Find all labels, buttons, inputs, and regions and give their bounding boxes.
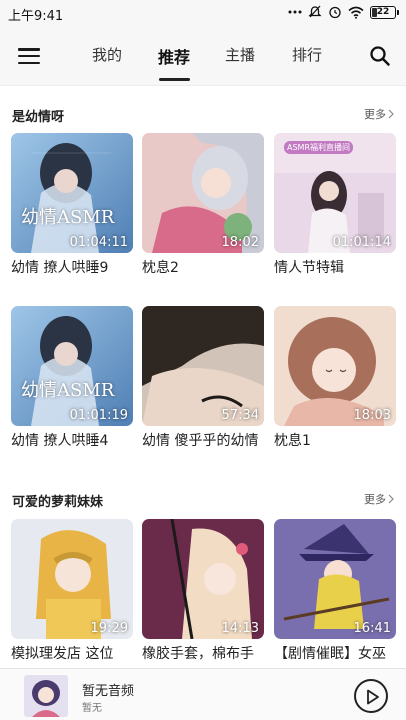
album-cover: 18:03 [274, 306, 396, 426]
album-card[interactable]: 16:41 【剧情催眠】女巫 [274, 519, 396, 664]
player-cover [24, 675, 68, 717]
more-dots-icon [288, 9, 302, 15]
section-title: 可爱的萝莉妹妹 [12, 495, 104, 510]
cover-text: 幼情ASMR [21, 207, 115, 228]
album-cover: ASMR福利直播间 01:01:14 [274, 133, 396, 253]
status-icons: 22 [288, 5, 399, 19]
duration-label: 01:01:19 [69, 408, 128, 423]
top-nav: 我的 推荐 主播 排行 [0, 30, 406, 86]
album-title: 【剧情催眠】女巫 [274, 646, 386, 662]
album-card[interactable]: 18:03 枕息1 [274, 306, 396, 451]
silent-mode-icon [308, 5, 322, 19]
alarm-icon [328, 5, 342, 19]
mini-player[interactable]: 暂无音频 暂无 [0, 668, 406, 720]
album-card[interactable]: 18:02 枕息2 [142, 133, 264, 278]
duration-label: 01:01:14 [332, 235, 391, 250]
more-link[interactable]: 更多 [364, 106, 394, 122]
chevron-right-icon [388, 494, 394, 504]
status-time: 上午9:41 [8, 9, 64, 24]
duration-label: 18:02 [221, 235, 259, 250]
chevron-right-icon [388, 109, 394, 119]
duration-label: 57:34 [221, 408, 259, 423]
tab-recommend[interactable]: 推荐 [158, 44, 190, 68]
album-title: 幼情 傻乎乎的幼情 [142, 433, 259, 449]
more-link[interactable]: 更多 [364, 491, 394, 507]
album-card[interactable]: 57:34 幼情 傻乎乎的幼情 [142, 306, 264, 451]
album-card[interactable]: 19:29 模拟理发店 这位 [11, 519, 133, 664]
duration-label: 18:03 [353, 408, 391, 423]
album-cover: 57:34 [142, 306, 264, 426]
album-title: 幼情 撩人哄睡9 [11, 260, 109, 276]
menu-icon[interactable] [18, 46, 40, 66]
album-title: 枕息2 [142, 260, 179, 276]
search-icon[interactable] [368, 44, 392, 68]
album-card[interactable]: 幼情ASMR 01:01:19 幼情 撩人哄睡4 [11, 306, 133, 451]
album-card[interactable]: 14:13 橡胶手套，棉布手 [142, 519, 264, 664]
more-label: 更多 [364, 493, 386, 506]
duration-label: 01:04:11 [69, 235, 128, 250]
album-cover: 18:02 [142, 133, 264, 253]
battery-level: 22 [376, 6, 390, 17]
cover-text: ASMR福利直播间 [284, 141, 354, 154]
battery-icon: 22 [370, 5, 399, 19]
section-header: 可爱的萝莉妹妹 更多 [0, 491, 406, 511]
album-title: 幼情 撩人哄睡4 [11, 433, 109, 449]
tab-ranking[interactable]: 排行 [292, 44, 322, 65]
player-subtitle: 暂无 [82, 703, 102, 714]
tab-anchors[interactable]: 主播 [225, 44, 255, 65]
duration-label: 16:41 [353, 621, 391, 636]
album-cover: 16:41 [274, 519, 396, 639]
album-cover: 19:29 [11, 519, 133, 639]
player-title: 暂无音频 [82, 684, 135, 699]
album-cover: 幼情ASMR 01:04:11 [11, 133, 133, 253]
more-label: 更多 [364, 108, 386, 121]
album-card[interactable]: 幼情ASMR 01:04:11 幼情 撩人哄睡9 [11, 133, 133, 278]
play-button[interactable] [354, 679, 388, 713]
play-icon [367, 689, 379, 705]
album-title: 模拟理发店 这位 [11, 646, 114, 662]
album-card[interactable]: ASMR福利直播间 01:01:14 情人节特辑 [274, 133, 396, 278]
album-title: 橡胶手套，棉布手 [142, 646, 254, 662]
section-header: 是幼情呀 更多 [0, 106, 406, 126]
status-bar: 上午9:41 22 [0, 0, 406, 30]
album-cover: 幼情ASMR 01:01:19 [11, 306, 133, 426]
cover-text: 幼情ASMR [21, 380, 115, 401]
album-title: 枕息1 [274, 433, 311, 449]
section-title: 是幼情呀 [12, 110, 65, 125]
album-cover: 14:13 [142, 519, 264, 639]
duration-label: 14:13 [221, 621, 259, 636]
duration-label: 19:29 [90, 621, 128, 636]
tab-mine[interactable]: 我的 [92, 44, 122, 65]
active-tab-indicator [159, 78, 190, 81]
album-title: 情人节特辑 [274, 260, 344, 276]
wifi-icon [348, 6, 364, 19]
